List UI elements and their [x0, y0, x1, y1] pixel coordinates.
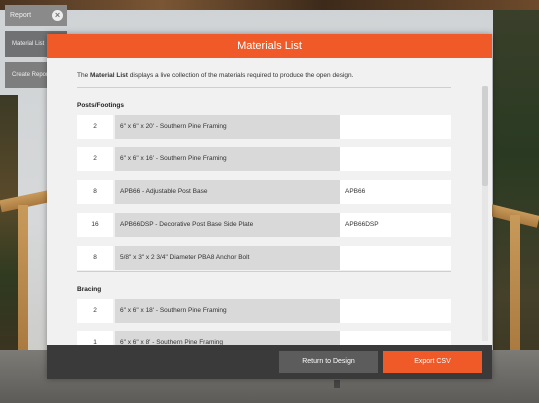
qty-cell: 2 [77, 147, 113, 171]
description-cell: 6" x 6" x 20' - Southern Pine Framing [115, 115, 340, 139]
sku-cell [340, 115, 451, 139]
section-title-bracing: Bracing [77, 286, 102, 293]
sku-cell: APB66 [340, 180, 451, 204]
table-row: 8 5/8" x 3" x 2 3/4" Diameter PBA8 Ancho… [77, 246, 451, 270]
description-cell: APB66 - Adjustable Post Base [115, 180, 340, 204]
material-list-label: Material List [12, 41, 45, 47]
report-panel-header: Report × [5, 5, 67, 26]
pergola-roof [0, 0, 539, 10]
table-row: 2 6" x 6" x 20' - Southern Pine Framing [77, 115, 451, 139]
modal-scrollbar[interactable] [482, 86, 488, 341]
table-row: 2 6" x 6" x 16' - Southern Pine Framing [77, 147, 451, 171]
qty-cell: 2 [77, 115, 113, 139]
qty-cell: 1 [77, 331, 113, 345]
footing-marker [334, 380, 340, 388]
divider [77, 271, 451, 272]
sku-cell: APB66DSP [340, 213, 451, 237]
divider [77, 87, 451, 88]
table-row: 8 APB66 - Adjustable Post Base APB66 [77, 180, 451, 204]
intro-text: The Material List displays a live collec… [77, 72, 353, 79]
sku-cell [340, 246, 451, 270]
intro-suffix: displays a live collection of the materi… [127, 72, 354, 79]
description-cell: 6" x 6" x 18' - Southern Pine Framing [115, 299, 340, 323]
pergola-post-right [510, 215, 520, 355]
return-to-design-button[interactable]: Return to Design [279, 351, 378, 373]
sku-cell [340, 147, 451, 171]
pergola-post-left [18, 205, 28, 355]
intro-prefix: The [77, 72, 91, 79]
description-cell: APB66DSP - Decorative Post Base Side Pla… [115, 213, 340, 237]
qty-cell: 8 [77, 246, 113, 270]
description-cell: 6" x 6" x 8' - Southern Pine Framing [115, 331, 340, 345]
qty-cell: 16 [77, 213, 113, 237]
description-cell: 5/8" x 3" x 2 3/4" Diameter PBA8 Anchor … [115, 246, 340, 270]
sku-cell [340, 299, 451, 323]
section-title-posts: Posts/Footings [77, 102, 124, 109]
create-report-label: Create Report [12, 72, 50, 78]
materials-list-modal: Materials List The Material List display… [47, 34, 492, 379]
intro-bold: Material List [90, 72, 128, 79]
modal-title: Materials List [47, 34, 492, 58]
qty-cell: 8 [77, 180, 113, 204]
modal-body[interactable]: The Material List displays a live collec… [47, 58, 492, 345]
qty-cell: 2 [77, 299, 113, 323]
trees-left [0, 95, 18, 355]
table-row: 2 6" x 6" x 18' - Southern Pine Framing [77, 299, 451, 323]
scrollbar-thumb[interactable] [482, 86, 488, 186]
table-row: 1 6" x 6" x 8' - Southern Pine Framing [77, 331, 451, 345]
description-cell: 6" x 6" x 16' - Southern Pine Framing [115, 147, 340, 171]
export-csv-button[interactable]: Export CSV [383, 351, 482, 373]
table-row: 16 APB66DSP - Decorative Post Base Side … [77, 213, 451, 237]
close-icon[interactable]: × [52, 10, 63, 21]
modal-footer: Return to Design Export CSV [47, 345, 492, 379]
sku-cell [340, 331, 451, 345]
report-panel-title: Report [10, 12, 32, 19]
